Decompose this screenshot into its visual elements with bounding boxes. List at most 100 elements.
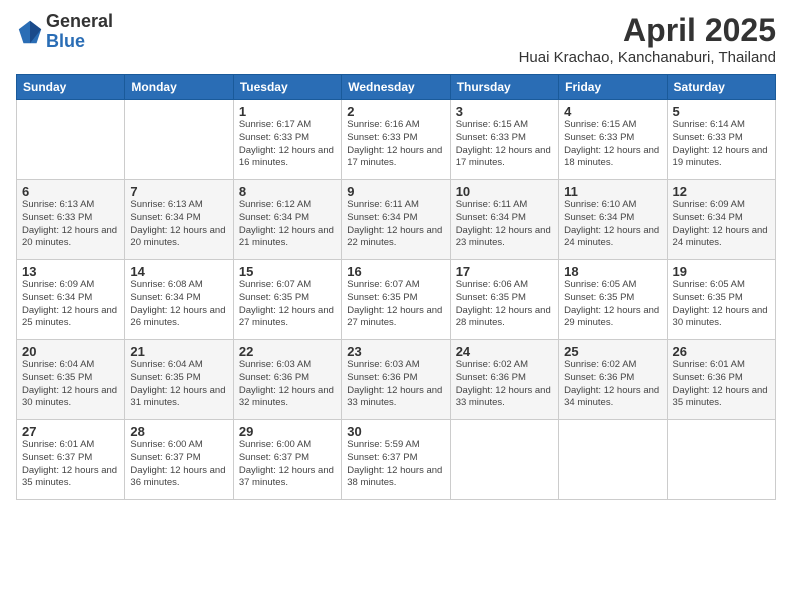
- day-info: Sunrise: 6:07 AM Sunset: 6:35 PM Dayligh…: [239, 279, 336, 330]
- calendar-cell: 16Sunrise: 6:07 AM Sunset: 6:35 PM Dayli…: [342, 260, 450, 340]
- day-number: 23: [347, 344, 444, 359]
- calendar-body: 1Sunrise: 6:17 AM Sunset: 6:33 PM Daylig…: [17, 100, 776, 500]
- month-title: April 2025: [519, 12, 776, 49]
- calendar-cell: 30Sunrise: 5:59 AM Sunset: 6:37 PM Dayli…: [342, 420, 450, 500]
- calendar-cell: [125, 100, 233, 180]
- day-info: Sunrise: 6:05 AM Sunset: 6:35 PM Dayligh…: [564, 279, 661, 330]
- day-info: Sunrise: 6:11 AM Sunset: 6:34 PM Dayligh…: [347, 199, 444, 250]
- day-info: Sunrise: 6:00 AM Sunset: 6:37 PM Dayligh…: [130, 439, 227, 490]
- calendar-week-2: 6Sunrise: 6:13 AM Sunset: 6:33 PM Daylig…: [17, 180, 776, 260]
- day-number: 10: [456, 184, 553, 199]
- calendar-cell: 26Sunrise: 6:01 AM Sunset: 6:36 PM Dayli…: [667, 340, 775, 420]
- calendar-cell: 8Sunrise: 6:12 AM Sunset: 6:34 PM Daylig…: [233, 180, 341, 260]
- page-header: General Blue April 2025 Huai Krachao, Ka…: [16, 12, 776, 66]
- day-info: Sunrise: 6:03 AM Sunset: 6:36 PM Dayligh…: [347, 359, 444, 410]
- weekday-header-friday: Friday: [559, 75, 667, 100]
- day-number: 3: [456, 104, 553, 119]
- day-info: Sunrise: 6:10 AM Sunset: 6:34 PM Dayligh…: [564, 199, 661, 250]
- day-info: Sunrise: 6:15 AM Sunset: 6:33 PM Dayligh…: [456, 119, 553, 170]
- day-info: Sunrise: 6:12 AM Sunset: 6:34 PM Dayligh…: [239, 199, 336, 250]
- day-number: 25: [564, 344, 661, 359]
- calendar-week-1: 1Sunrise: 6:17 AM Sunset: 6:33 PM Daylig…: [17, 100, 776, 180]
- calendar-cell: 17Sunrise: 6:06 AM Sunset: 6:35 PM Dayli…: [450, 260, 558, 340]
- day-number: 19: [673, 264, 770, 279]
- calendar-cell: 7Sunrise: 6:13 AM Sunset: 6:34 PM Daylig…: [125, 180, 233, 260]
- day-info: Sunrise: 6:13 AM Sunset: 6:34 PM Dayligh…: [130, 199, 227, 250]
- day-number: 27: [22, 424, 119, 439]
- day-info: Sunrise: 6:16 AM Sunset: 6:33 PM Dayligh…: [347, 119, 444, 170]
- title-area: April 2025 Huai Krachao, Kanchanaburi, T…: [519, 12, 776, 66]
- day-number: 30: [347, 424, 444, 439]
- logo-icon: [16, 18, 44, 46]
- calendar-cell: 14Sunrise: 6:08 AM Sunset: 6:34 PM Dayli…: [125, 260, 233, 340]
- calendar-week-3: 13Sunrise: 6:09 AM Sunset: 6:34 PM Dayli…: [17, 260, 776, 340]
- calendar-cell: 4Sunrise: 6:15 AM Sunset: 6:33 PM Daylig…: [559, 100, 667, 180]
- calendar-cell: 23Sunrise: 6:03 AM Sunset: 6:36 PM Dayli…: [342, 340, 450, 420]
- day-number: 21: [130, 344, 227, 359]
- calendar-cell: 18Sunrise: 6:05 AM Sunset: 6:35 PM Dayli…: [559, 260, 667, 340]
- day-info: Sunrise: 6:04 AM Sunset: 6:35 PM Dayligh…: [130, 359, 227, 410]
- calendar-cell: 3Sunrise: 6:15 AM Sunset: 6:33 PM Daylig…: [450, 100, 558, 180]
- day-number: 20: [22, 344, 119, 359]
- calendar-cell: [667, 420, 775, 500]
- day-number: 16: [347, 264, 444, 279]
- day-number: 17: [456, 264, 553, 279]
- day-number: 26: [673, 344, 770, 359]
- day-info: Sunrise: 5:59 AM Sunset: 6:37 PM Dayligh…: [347, 439, 444, 490]
- weekday-header-thursday: Thursday: [450, 75, 558, 100]
- calendar-cell: 1Sunrise: 6:17 AM Sunset: 6:33 PM Daylig…: [233, 100, 341, 180]
- day-number: 18: [564, 264, 661, 279]
- day-info: Sunrise: 6:17 AM Sunset: 6:33 PM Dayligh…: [239, 119, 336, 170]
- day-info: Sunrise: 6:06 AM Sunset: 6:35 PM Dayligh…: [456, 279, 553, 330]
- day-number: 29: [239, 424, 336, 439]
- day-info: Sunrise: 6:14 AM Sunset: 6:33 PM Dayligh…: [673, 119, 770, 170]
- calendar-cell: 11Sunrise: 6:10 AM Sunset: 6:34 PM Dayli…: [559, 180, 667, 260]
- calendar-cell: 10Sunrise: 6:11 AM Sunset: 6:34 PM Dayli…: [450, 180, 558, 260]
- day-number: 5: [673, 104, 770, 119]
- calendar-cell: 12Sunrise: 6:09 AM Sunset: 6:34 PM Dayli…: [667, 180, 775, 260]
- calendar-cell: [559, 420, 667, 500]
- day-number: 11: [564, 184, 661, 199]
- day-info: Sunrise: 6:00 AM Sunset: 6:37 PM Dayligh…: [239, 439, 336, 490]
- day-number: 22: [239, 344, 336, 359]
- day-number: 7: [130, 184, 227, 199]
- calendar-cell: 22Sunrise: 6:03 AM Sunset: 6:36 PM Dayli…: [233, 340, 341, 420]
- calendar-cell: 27Sunrise: 6:01 AM Sunset: 6:37 PM Dayli…: [17, 420, 125, 500]
- weekday-header-monday: Monday: [125, 75, 233, 100]
- day-number: 14: [130, 264, 227, 279]
- logo-blue-text: Blue: [46, 32, 113, 52]
- calendar-cell: 5Sunrise: 6:14 AM Sunset: 6:33 PM Daylig…: [667, 100, 775, 180]
- day-info: Sunrise: 6:04 AM Sunset: 6:35 PM Dayligh…: [22, 359, 119, 410]
- day-number: 24: [456, 344, 553, 359]
- weekday-header-sunday: Sunday: [17, 75, 125, 100]
- day-number: 6: [22, 184, 119, 199]
- day-info: Sunrise: 6:08 AM Sunset: 6:34 PM Dayligh…: [130, 279, 227, 330]
- calendar-header-row: SundayMondayTuesdayWednesdayThursdayFrid…: [17, 75, 776, 100]
- location-title: Huai Krachao, Kanchanaburi, Thailand: [519, 49, 776, 66]
- day-info: Sunrise: 6:03 AM Sunset: 6:36 PM Dayligh…: [239, 359, 336, 410]
- calendar-week-4: 20Sunrise: 6:04 AM Sunset: 6:35 PM Dayli…: [17, 340, 776, 420]
- day-number: 1: [239, 104, 336, 119]
- weekday-header-saturday: Saturday: [667, 75, 775, 100]
- calendar-cell: 2Sunrise: 6:16 AM Sunset: 6:33 PM Daylig…: [342, 100, 450, 180]
- day-info: Sunrise: 6:09 AM Sunset: 6:34 PM Dayligh…: [673, 199, 770, 250]
- calendar-cell: [17, 100, 125, 180]
- day-number: 12: [673, 184, 770, 199]
- calendar-cell: [450, 420, 558, 500]
- day-number: 9: [347, 184, 444, 199]
- day-info: Sunrise: 6:13 AM Sunset: 6:33 PM Dayligh…: [22, 199, 119, 250]
- logo: General Blue: [16, 12, 113, 52]
- day-info: Sunrise: 6:11 AM Sunset: 6:34 PM Dayligh…: [456, 199, 553, 250]
- calendar-cell: 28Sunrise: 6:00 AM Sunset: 6:37 PM Dayli…: [125, 420, 233, 500]
- calendar-cell: 19Sunrise: 6:05 AM Sunset: 6:35 PM Dayli…: [667, 260, 775, 340]
- calendar-week-5: 27Sunrise: 6:01 AM Sunset: 6:37 PM Dayli…: [17, 420, 776, 500]
- weekday-header-tuesday: Tuesday: [233, 75, 341, 100]
- calendar-cell: 24Sunrise: 6:02 AM Sunset: 6:36 PM Dayli…: [450, 340, 558, 420]
- day-info: Sunrise: 6:01 AM Sunset: 6:37 PM Dayligh…: [22, 439, 119, 490]
- calendar-cell: 9Sunrise: 6:11 AM Sunset: 6:34 PM Daylig…: [342, 180, 450, 260]
- calendar-cell: 25Sunrise: 6:02 AM Sunset: 6:36 PM Dayli…: [559, 340, 667, 420]
- day-number: 8: [239, 184, 336, 199]
- day-number: 2: [347, 104, 444, 119]
- day-number: 15: [239, 264, 336, 279]
- calendar-cell: 13Sunrise: 6:09 AM Sunset: 6:34 PM Dayli…: [17, 260, 125, 340]
